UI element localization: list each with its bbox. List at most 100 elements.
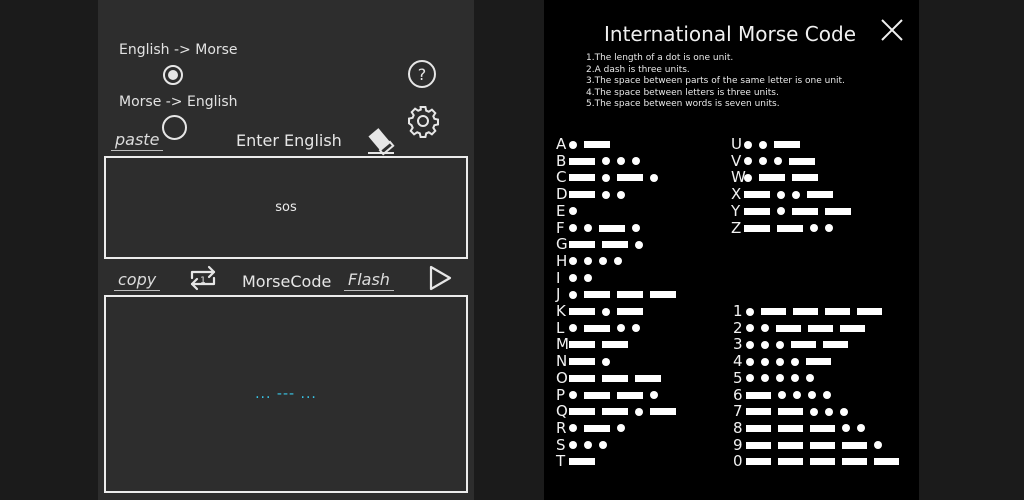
- morse-dash: [825, 308, 850, 315]
- morse-dash: [650, 291, 676, 299]
- morse-char: W: [731, 168, 746, 187]
- morse-row-i: I: [556, 269, 599, 287]
- morse-symbols: [746, 391, 838, 399]
- morse-dot: [632, 324, 640, 333]
- morse-dash: [602, 408, 628, 416]
- morse-dot: [650, 173, 658, 182]
- morse-dash: [569, 341, 595, 349]
- morse-dot: [617, 190, 625, 199]
- morse-dash: [761, 308, 786, 315]
- morse-dot: [632, 157, 640, 166]
- morse-char: V: [731, 151, 742, 170]
- morse-row-h: H: [556, 252, 629, 270]
- morse-char: 0: [733, 452, 743, 471]
- morse-dot: [746, 357, 754, 366]
- morse-dash: [774, 141, 800, 148]
- close-icon[interactable]: [880, 18, 904, 42]
- morse-dash: [823, 341, 848, 349]
- morse-dash: [777, 224, 803, 232]
- play-icon[interactable]: [428, 264, 454, 292]
- morse-dash: [584, 391, 610, 399]
- settings-gear-icon[interactable]: [406, 104, 440, 138]
- morse-symbols: [569, 424, 632, 433]
- morse-dot: [746, 307, 754, 316]
- copy-button[interactable]: copy: [114, 270, 161, 291]
- morse-row-4: 4: [733, 353, 838, 370]
- morse-dash: [602, 241, 628, 249]
- morse-dot: [759, 140, 767, 149]
- morse-row-j: J: [556, 286, 683, 303]
- morse-dot: [746, 374, 754, 383]
- morse-char: 8: [733, 418, 743, 437]
- morse-dot: [569, 207, 577, 216]
- morse-row-r: R: [556, 419, 632, 437]
- morse-dot: [617, 157, 625, 166]
- morse-symbols: [744, 224, 840, 232]
- paste-button[interactable]: paste: [111, 130, 164, 151]
- morse-dot: [776, 357, 784, 366]
- morse-char: M: [556, 335, 569, 354]
- morse-dash: [602, 341, 628, 349]
- morse-dot: [777, 207, 785, 216]
- morse-row-y: Y: [731, 202, 858, 220]
- morse-char: A: [556, 135, 567, 153]
- radio-morse-to-english[interactable]: [162, 115, 187, 140]
- morse-row-n: N: [556, 353, 617, 370]
- morse-dot: [569, 224, 577, 232]
- morse-dash: [617, 308, 643, 315]
- morse-symbols: [569, 407, 683, 416]
- rule-item: 5.The space between words is seven units…: [586, 99, 780, 110]
- morse-row-8: 8: [733, 418, 872, 437]
- radio-english-to-morse[interactable]: [163, 65, 183, 85]
- swap-icon[interactable]: 1: [186, 262, 220, 294]
- morse-symbols: [569, 190, 632, 199]
- morse-dash: [617, 391, 643, 399]
- morse-dot: [857, 424, 865, 433]
- morse-dot: [569, 140, 577, 149]
- morse-dot: [569, 274, 577, 283]
- morse-char: 4: [733, 352, 743, 371]
- morse-dash: [744, 224, 770, 232]
- morse-dot: [791, 374, 799, 383]
- morse-dot: [650, 391, 658, 399]
- morse-dot: [761, 357, 769, 366]
- output-heading: MorseCode: [242, 272, 332, 291]
- morse-dash: [635, 374, 661, 382]
- morse-dot: [842, 424, 850, 433]
- morse-symbols: [744, 173, 825, 182]
- morse-dash: [617, 174, 643, 182]
- morse-dot: [759, 157, 767, 166]
- morse-dash: [842, 458, 867, 466]
- morse-dash: [793, 308, 818, 315]
- morse-row-l: L: [556, 319, 647, 337]
- morse-dot: [761, 324, 769, 333]
- eraser-icon[interactable]: [364, 122, 398, 156]
- morse-dash: [744, 207, 770, 215]
- flash-button[interactable]: Flash: [344, 270, 394, 291]
- morse-dash: [650, 408, 676, 416]
- morse-dash: [806, 358, 831, 366]
- morse-dash: [810, 441, 835, 449]
- morse-output-box[interactable]: ... --- ...: [104, 295, 468, 493]
- morse-char: B: [556, 151, 567, 170]
- morse-symbols: [569, 257, 629, 266]
- morse-dash: [569, 174, 595, 182]
- morse-dash: [791, 341, 816, 349]
- morse-dot: [569, 324, 577, 333]
- morse-dot: [569, 424, 577, 433]
- morse-row-o: O: [556, 369, 668, 387]
- morse-dash: [810, 424, 835, 432]
- morse-symbols: [746, 407, 855, 416]
- morse-dot: [874, 441, 882, 450]
- morse-symbols: [569, 224, 647, 232]
- morse-dot: [599, 441, 607, 450]
- morse-char: X: [731, 185, 742, 204]
- morse-dot: [635, 240, 643, 249]
- morse-dot: [825, 407, 833, 416]
- morse-dash: [746, 458, 771, 466]
- morse-dot: [761, 374, 769, 383]
- help-icon[interactable]: ?: [408, 60, 436, 88]
- english-input-box[interactable]: sos: [104, 156, 468, 259]
- morse-symbols: [569, 391, 665, 399]
- morse-row-q: Q: [556, 403, 683, 420]
